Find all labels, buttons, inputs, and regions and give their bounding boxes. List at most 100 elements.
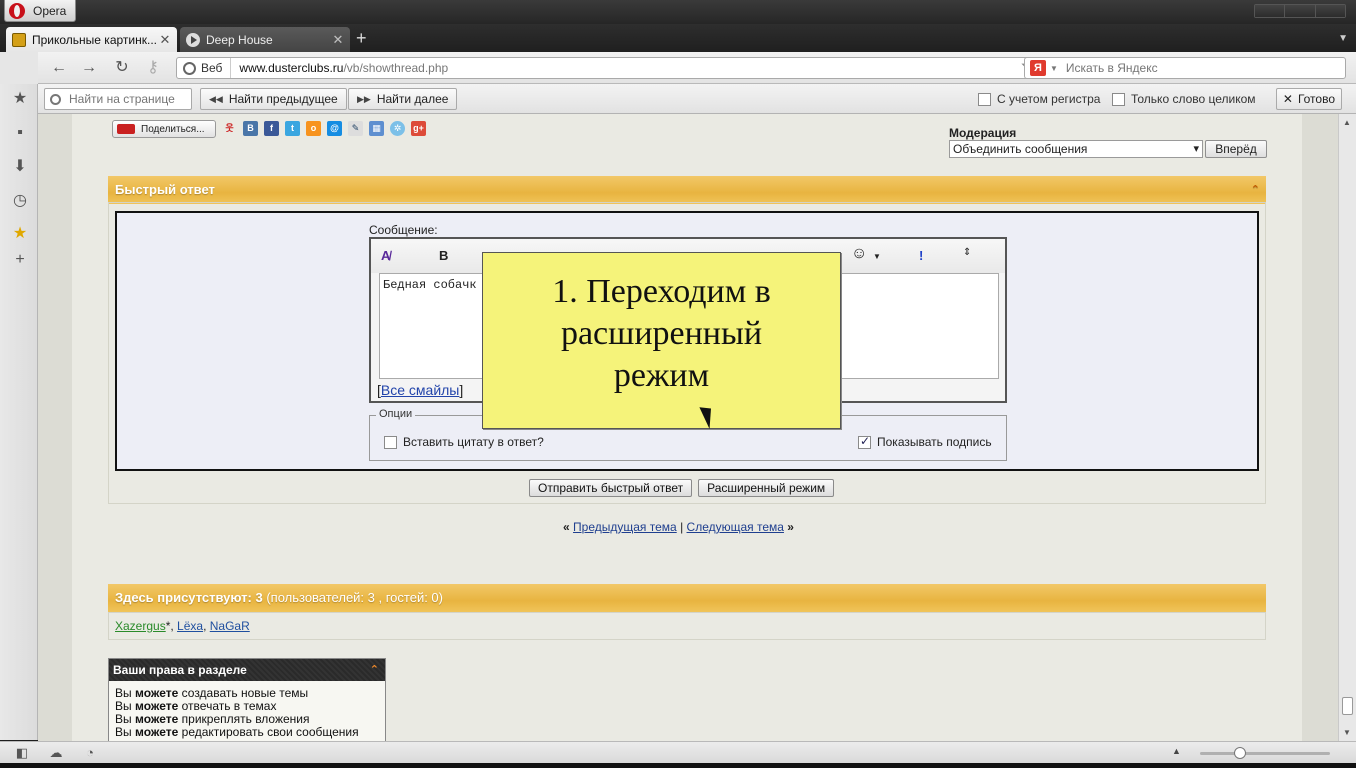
- new-tab-plus-icon[interactable]: +: [356, 29, 367, 47]
- callout-line: 1. Переходим в: [552, 273, 771, 310]
- rights-prefix: Вы: [115, 725, 132, 739]
- rights-list: Вы можете создавать новые темы Вы можете…: [109, 681, 385, 741]
- maximize-button[interactable]: [1285, 5, 1316, 17]
- forward-arrow-icon[interactable]: →: [80, 59, 98, 77]
- checkbox-box[interactable]: [978, 92, 991, 106]
- share-button[interactable]: Поделиться...: [112, 120, 216, 138]
- play-favicon-icon: [186, 32, 200, 47]
- rights-title: Ваши права в разделе: [113, 663, 247, 677]
- notes-icon[interactable]: ▪: [11, 124, 29, 142]
- key-wand-icon[interactable]: ⚷: [144, 59, 162, 77]
- rights-rest: отвечать в темах: [181, 699, 277, 713]
- close-window-button[interactable]: [1315, 5, 1345, 17]
- settings-gear-icon[interactable]: ✲: [390, 121, 405, 136]
- message-label: Сообщение:: [369, 223, 438, 237]
- favorites-star-icon[interactable]: ★: [11, 225, 29, 243]
- find-previous-button[interactable]: ◀◀ Найти предыдущее: [200, 88, 347, 110]
- all-smiles-link[interactable]: Все смайлы: [381, 382, 459, 398]
- show-signature-checkbox[interactable]: Показывать подпись: [858, 434, 992, 449]
- share-person-icon[interactable]: 웃: [222, 121, 237, 136]
- find-next-label: Найти далее: [376, 92, 449, 106]
- close-tab-icon[interactable]: ✕: [159, 32, 171, 48]
- web-badge[interactable]: Веб: [177, 58, 232, 78]
- double-right-arrow-icon: ▶▶: [357, 93, 371, 104]
- forum-rights-panel: Ваши права в разделе ⌃ Вы можете создава…: [108, 658, 386, 741]
- checkbox-box[interactable]: [384, 435, 397, 449]
- taskbar-strip: [0, 763, 1356, 768]
- bold-icon[interactable]: B: [439, 248, 448, 263]
- yandex-logo-icon[interactable]: Я: [1030, 60, 1046, 76]
- bookmarks-star-icon[interactable]: ★: [11, 90, 29, 108]
- advanced-mode-button[interactable]: Расширенный режим: [698, 479, 835, 497]
- reload-icon[interactable]: ↻: [113, 59, 131, 77]
- tab-deep-house[interactable]: Deep House ✕: [180, 27, 350, 52]
- search-field[interactable]: Я ▼: [1024, 57, 1346, 79]
- left-guillemet-icon: «: [563, 520, 570, 534]
- user-link[interactable]: Xazergus: [115, 619, 166, 633]
- facebook-icon[interactable]: f: [264, 121, 279, 136]
- odnoklassniki-icon[interactable]: o: [306, 121, 321, 136]
- rights-bold: можете: [134, 686, 179, 700]
- rights-prefix: Вы: [115, 712, 132, 726]
- bookmark-service-icon[interactable]: ▦: [369, 121, 384, 136]
- url-field[interactable]: Веб www.dusterclubs.ru/vb/showthread.php…: [176, 57, 1058, 79]
- sidepanel-top: [0, 52, 38, 84]
- tab-title: Прикольные картинк...: [32, 32, 157, 47]
- user-link[interactable]: Lёxa: [177, 619, 203, 633]
- user-link[interactable]: NaGaR: [210, 619, 250, 633]
- back-arrow-icon[interactable]: ←: [50, 59, 68, 77]
- scroll-thumb[interactable]: [1342, 697, 1353, 715]
- checkbox-box[interactable]: [1112, 92, 1125, 106]
- remove-format-icon[interactable]: A̸: [381, 248, 390, 263]
- twitter-icon[interactable]: t: [285, 121, 300, 136]
- next-thread-link[interactable]: Следующая тема: [687, 520, 784, 534]
- match-case-label: С учетом регистра: [997, 92, 1101, 106]
- zoom-up-arrow-icon[interactable]: ▲: [1172, 746, 1181, 756]
- previous-thread-link[interactable]: Предыдущая тема: [573, 520, 677, 534]
- livejournal-icon[interactable]: ✎: [348, 121, 363, 136]
- tab-menu-chevron-icon[interactable]: ▼: [1338, 33, 1348, 44]
- mailru-icon[interactable]: @: [327, 121, 342, 136]
- quick-reply-header: Быстрый ответ ⌃: [108, 176, 1266, 204]
- match-case-checkbox[interactable]: С учетом регистра: [978, 92, 1100, 106]
- moderation-select[interactable]: Объединить сообщения: [949, 140, 1203, 158]
- find-next-button[interactable]: ▶▶ Найти далее: [348, 88, 458, 110]
- scroll-up-arrow-icon[interactable]: ▲: [1343, 118, 1351, 127]
- all-smiles-link-wrap: [Все смайлы]: [377, 382, 464, 398]
- turbo-gauge-icon[interactable]: ◔: [82, 745, 98, 761]
- panel-toggle-icon[interactable]: ◧: [14, 745, 30, 761]
- chevron-down-icon[interactable]: ▼: [1050, 64, 1058, 73]
- chevron-down-icon[interactable]: ▼: [873, 252, 881, 261]
- smiley-icon[interactable]: ☺: [851, 245, 867, 263]
- zoom-slider[interactable]: [1200, 752, 1330, 755]
- whole-word-checkbox[interactable]: Только слово целиком: [1112, 92, 1256, 106]
- warning-exclamation-icon[interactable]: !: [919, 248, 923, 263]
- history-clock-icon[interactable]: ◷: [11, 192, 29, 210]
- zoom-slider-knob[interactable]: [1234, 747, 1246, 759]
- minimize-button[interactable]: [1255, 5, 1286, 17]
- add-panel-plus-icon[interactable]: +: [11, 251, 29, 269]
- share-label: Поделиться...: [141, 123, 205, 135]
- collapse-chevron-icon[interactable]: ⌃: [1251, 176, 1260, 204]
- downloads-icon[interactable]: ⬇: [11, 158, 29, 176]
- google-plus-icon[interactable]: g+: [411, 121, 426, 136]
- find-done-button[interactable]: ✕ Готово: [1275, 88, 1342, 110]
- moderation-go-button[interactable]: Вперёд: [1205, 140, 1267, 158]
- url-text[interactable]: www.dusterclubs.ru/vb/showthread.php: [231, 61, 448, 75]
- resize-arrows-icon[interactable]: ⇕: [963, 247, 971, 258]
- tab-active[interactable]: Прикольные картинк... ✕: [6, 27, 177, 52]
- insert-quote-checkbox[interactable]: Вставить цитату в ответ?: [384, 435, 544, 449]
- checkbox-box-checked[interactable]: [858, 434, 871, 449]
- scroll-down-arrow-icon[interactable]: ▼: [1343, 728, 1351, 737]
- search-input[interactable]: [1065, 61, 1326, 75]
- web-badge-label: Веб: [201, 61, 223, 75]
- opera-menu-button[interactable]: Opera: [4, 0, 76, 22]
- vkontakte-icon[interactable]: В: [243, 121, 258, 136]
- collapse-chevron-icon[interactable]: ⌃: [370, 659, 379, 681]
- page-scrollbar[interactable]: ▲ ▼: [1338, 114, 1356, 741]
- find-field[interactable]: [44, 88, 192, 110]
- find-input[interactable]: [69, 92, 184, 106]
- close-tab-icon[interactable]: ✕: [332, 32, 344, 48]
- send-quick-reply-button[interactable]: Отправить быстрый ответ: [529, 479, 693, 497]
- unite-cloud-icon[interactable]: ☁: [48, 745, 64, 761]
